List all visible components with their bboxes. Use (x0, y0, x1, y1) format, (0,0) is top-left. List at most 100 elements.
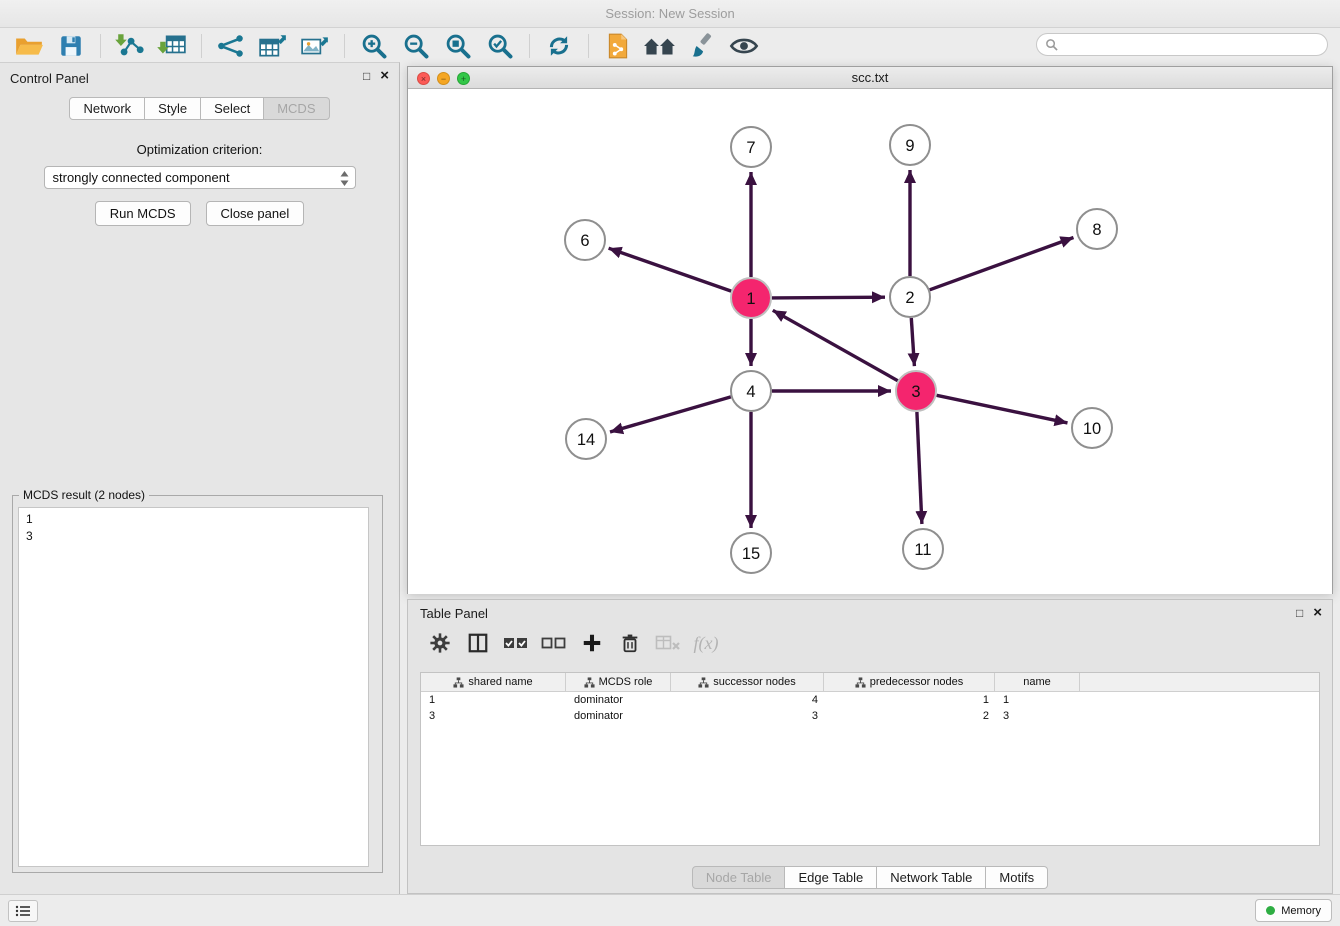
minimize-window-icon[interactable]: − (437, 72, 450, 85)
import-table-button[interactable] (153, 30, 191, 62)
cell-successor-nodes[interactable]: 3 (671, 708, 824, 724)
zoom-window-icon[interactable]: + (457, 72, 470, 85)
save-session-button[interactable] (52, 30, 90, 62)
node-label-1: 1 (746, 290, 755, 308)
column-header-label: MCDS role (599, 676, 653, 688)
column-header-label: name (1023, 676, 1051, 688)
delete-table-button[interactable] (652, 629, 684, 657)
edge-3-11[interactable] (917, 412, 922, 524)
cell-name[interactable]: 1 (995, 692, 1080, 708)
close-window-icon[interactable]: × (417, 72, 430, 85)
new-network-from-selection-button[interactable] (599, 30, 637, 62)
control-panel-title: Control Panel (10, 71, 89, 86)
node-table[interactable]: shared name MCDS role successor (420, 672, 1320, 846)
memory-button[interactable]: Memory (1255, 899, 1332, 922)
select-all-columns-button[interactable] (500, 629, 532, 657)
control-panel-tabs: Network Style Select MCDS (0, 97, 399, 120)
optimization-criterion-dropdown[interactable]: strongly connected component (44, 166, 356, 189)
run-mcds-button[interactable]: Run MCDS (95, 201, 191, 226)
tab-network-table[interactable]: Network Table (877, 866, 986, 889)
table-panel-tabs: Node Table Edge Table Network Table Moti… (408, 866, 1332, 889)
home-icon (643, 33, 677, 59)
zoom-in-button[interactable] (355, 30, 393, 62)
close-panel-icon[interactable]: × (380, 70, 389, 82)
network-window: × − + scc.txt 7968124314101511 (407, 66, 1333, 594)
export-table-button[interactable] (254, 30, 292, 62)
tab-select[interactable]: Select (201, 97, 264, 120)
trash-icon (619, 632, 641, 654)
memory-label: Memory (1281, 905, 1321, 917)
tab-node-table[interactable]: Node Table (692, 866, 786, 889)
column-header-name[interactable]: name (995, 673, 1080, 691)
toolbar-separator (201, 34, 202, 58)
tab-mcds[interactable]: MCDS (264, 97, 329, 120)
import-network-icon (115, 33, 145, 59)
task-history-button[interactable] (8, 900, 38, 922)
float-panel-icon[interactable]: □ (363, 69, 370, 83)
zoom-in-icon (360, 32, 388, 60)
edge-2-8[interactable] (930, 238, 1074, 290)
table-settings-button[interactable] (424, 629, 456, 657)
edge-2-3[interactable] (911, 318, 914, 366)
deselect-all-columns-button[interactable] (538, 629, 570, 657)
refresh-button[interactable] (540, 30, 578, 62)
delete-column-button[interactable] (614, 629, 646, 657)
show-columns-button[interactable] (462, 629, 494, 657)
network-canvas-svg[interactable]: 7968124314101511 (408, 89, 1332, 594)
column-header-successor-nodes[interactable]: successor nodes (671, 673, 824, 691)
close-panel-button[interactable]: Close panel (206, 201, 305, 226)
zoom-out-button[interactable] (397, 30, 435, 62)
node-label-7: 7 (746, 139, 755, 157)
cell-successor-nodes[interactable]: 4 (671, 692, 824, 708)
edge-3-10[interactable] (937, 395, 1068, 423)
tab-style[interactable]: Style (145, 97, 201, 120)
zoom-fit-button[interactable] (439, 30, 477, 62)
search-box[interactable] (1036, 33, 1328, 56)
edge-4-14[interactable] (610, 397, 731, 432)
column-header-mcds-role[interactable]: MCDS role (566, 673, 671, 691)
cell-shared-name[interactable]: 1 (421, 692, 566, 708)
cell-predecessor-nodes[interactable]: 2 (824, 708, 995, 724)
table-row[interactable]: 3 dominator 3 2 3 (421, 708, 1319, 724)
table-row[interactable]: 1 dominator 4 1 1 (421, 692, 1319, 708)
cell-name[interactable]: 3 (995, 708, 1080, 724)
search-input[interactable] (1063, 38, 1327, 52)
edge-1-2[interactable] (772, 297, 885, 298)
tab-motifs[interactable]: Motifs (986, 866, 1048, 889)
column-type-icon (584, 677, 595, 688)
import-network-button[interactable] (111, 30, 149, 62)
close-table-panel-icon[interactable]: × (1313, 607, 1322, 619)
list-icon (15, 905, 31, 917)
edge-3-1[interactable] (773, 310, 898, 380)
control-panel-header: Control Panel □ × (0, 63, 399, 93)
float-table-panel-icon[interactable]: □ (1296, 606, 1303, 620)
cell-predecessor-nodes[interactable]: 1 (824, 692, 995, 708)
network-options-button[interactable] (212, 30, 250, 62)
memory-status-icon (1266, 906, 1275, 915)
column-header-predecessor-nodes[interactable]: predecessor nodes (824, 673, 995, 691)
show-hide-panels-button[interactable] (641, 30, 679, 62)
tab-network[interactable]: Network (69, 97, 145, 120)
cell-mcds-role[interactable]: dominator (566, 692, 671, 708)
open-session-button[interactable] (10, 30, 48, 62)
cell-mcds-role[interactable]: dominator (566, 708, 671, 724)
show-graphics-details-button[interactable] (725, 30, 763, 62)
create-column-button[interactable] (576, 629, 608, 657)
function-icon: f(x) (694, 633, 719, 654)
export-image-button[interactable] (296, 30, 334, 62)
tab-edge-table[interactable]: Edge Table (785, 866, 877, 889)
main-toolbar (0, 28, 1340, 64)
mcds-result-group-title: MCDS result (2 nodes) (19, 488, 149, 502)
zoom-selected-button[interactable] (481, 30, 519, 62)
optimization-criterion-label: Optimization criterion: (0, 142, 399, 157)
column-header-shared-name[interactable]: shared name (421, 673, 566, 691)
node-label-9: 9 (905, 137, 914, 155)
node-label-2: 2 (905, 289, 914, 307)
edge-1-6[interactable] (609, 248, 732, 291)
network-window-titlebar: × − + scc.txt (408, 67, 1332, 89)
apply-style-button[interactable] (683, 30, 721, 62)
cell-shared-name[interactable]: 3 (421, 708, 566, 724)
function-builder-button[interactable]: f(x) (690, 629, 722, 657)
mcds-result-list[interactable]: 1 3 (18, 507, 369, 867)
node-label-10: 10 (1083, 420, 1101, 438)
